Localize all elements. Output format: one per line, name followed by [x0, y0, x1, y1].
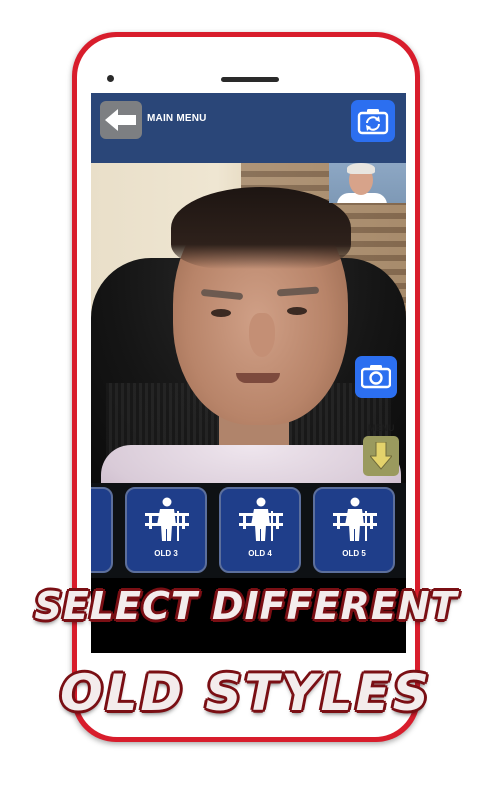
back-button[interactable] [100, 101, 142, 139]
camera-icon [361, 365, 391, 389]
style-card-old-5[interactable]: OLD 5 [313, 487, 395, 573]
elderly-person-icon [333, 497, 377, 541]
front-camera [107, 75, 114, 82]
app-screen: MAIN MENU MENU OLD 3 OLD 4 OLD 5 [91, 93, 406, 653]
style-card-partial[interactable] [91, 487, 113, 573]
arrow-left-icon [105, 109, 136, 131]
capture-button[interactable] [355, 356, 397, 398]
main-menu-label[interactable]: MAIN MENU [147, 113, 207, 124]
top-bar: MAIN MENU [91, 93, 406, 163]
elderly-person-icon [145, 497, 189, 541]
switch-camera-button[interactable] [351, 100, 395, 142]
promo-headline: SELECT DIFFERENT [34, 584, 458, 628]
camera-preview [91, 163, 406, 483]
earpiece-speaker [221, 77, 279, 82]
style-selector-strip[interactable]: OLD 3 OLD 4 OLD 5 [91, 483, 406, 578]
elderly-person-icon [239, 497, 283, 541]
arrow-down-icon [370, 442, 392, 470]
style-card-old-3[interactable]: OLD 3 [125, 487, 207, 573]
style-label: OLD 3 [154, 549, 178, 558]
hair [171, 187, 351, 269]
style-label: OLD 4 [248, 549, 272, 558]
original-photo-thumbnail[interactable] [329, 163, 406, 203]
menu-toggle-button[interactable] [363, 436, 399, 476]
style-label: OLD 5 [342, 549, 366, 558]
style-card-old-4[interactable]: OLD 4 [219, 487, 301, 573]
promo-subheadline: OLD STYLES [60, 664, 432, 722]
switch-camera-icon [357, 109, 389, 135]
blanket [101, 445, 401, 483]
menu-label: MENU [368, 423, 395, 433]
